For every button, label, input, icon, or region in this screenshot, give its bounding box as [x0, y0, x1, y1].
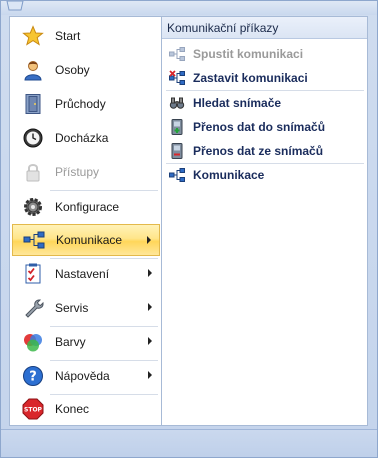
menu-item-label: Nápověda — [55, 369, 110, 383]
menu-item-nastaveni[interactable]: Nastavení — [12, 258, 160, 290]
menu-item-label: Nastavení — [55, 267, 110, 281]
colors-icon — [20, 329, 46, 355]
person-icon — [20, 57, 46, 83]
submenu-item-hledat-snimace[interactable]: Hledat snímače — [166, 93, 364, 113]
network-start-icon — [169, 46, 185, 62]
clock-icon — [20, 125, 46, 151]
menu-item-label: Start — [55, 29, 81, 43]
menu-item-start[interactable]: Start — [12, 20, 160, 52]
submenu-item-label: Přenos dat do snímačů — [193, 120, 326, 134]
lock-icon — [20, 159, 46, 185]
checklist-icon — [20, 261, 46, 287]
menu-item-pristupy[interactable]: Přístupy — [12, 156, 160, 188]
submenu-title: Komunikační příkazy — [162, 17, 367, 39]
submenu-item-label: Hledat snímače — [193, 96, 282, 110]
menu-item-label: Barvy — [55, 335, 86, 349]
submenu-item-zastavit-komunikaci[interactable]: Zastavit komunikaci — [166, 68, 364, 88]
submenu-arrow-icon — [148, 371, 152, 379]
menu-item-label: Přístupy — [55, 165, 100, 179]
download-reader-icon — [169, 143, 185, 159]
svg-text:?: ? — [29, 370, 37, 385]
menu-item-label: Servis — [55, 301, 89, 315]
submenu-item-komunikace[interactable]: Komunikace — [166, 165, 364, 185]
menu-item-label: Konec — [55, 402, 90, 416]
submenu-item-label: Komunikace — [193, 168, 265, 182]
submenu-panel: Komunikační příkazy Spustit komunikaci Z… — [161, 16, 368, 426]
menu-item-napoveda[interactable]: ? Nápověda — [12, 360, 160, 392]
network-icon — [169, 167, 185, 183]
svg-text:STOP: STOP — [24, 407, 43, 414]
submenu-arrow-icon — [147, 236, 151, 244]
menu-item-pruchody[interactable]: Průchody — [12, 88, 160, 120]
main-menu: Start Osoby Průchody Docházka Přístupy K… — [9, 16, 162, 426]
menu-item-label: Docházka — [55, 131, 109, 145]
app-menu-button-icon[interactable] — [5, 0, 25, 12]
menu-window: Start Osoby Průchody Docházka Přístupy K… — [0, 0, 378, 458]
door-icon — [20, 91, 46, 117]
network-stop-icon — [169, 70, 185, 86]
submenu-separator — [166, 163, 364, 164]
window-bottom-strip — [1, 429, 377, 457]
menu-item-osoby[interactable]: Osoby — [12, 54, 160, 86]
stop-icon: STOP — [20, 396, 46, 422]
submenu-arrow-icon — [148, 269, 152, 277]
menu-item-label: Konfigurace — [55, 200, 120, 214]
star-icon — [20, 23, 46, 49]
submenu-arrow-icon — [148, 303, 152, 311]
binoculars-icon — [169, 95, 185, 111]
submenu-item-label: Zastavit komunikaci — [193, 71, 308, 85]
submenu-item-label: Spustit komunikaci — [193, 47, 304, 61]
submenu-separator — [166, 90, 364, 91]
upload-reader-icon — [169, 119, 185, 135]
network-icon — [21, 227, 47, 253]
submenu-item-prenos-do-snimacu[interactable]: Přenos dat do snímačů — [166, 117, 364, 137]
menu-item-komunikace[interactable]: Komunikace — [12, 224, 160, 256]
menu-item-barvy[interactable]: Barvy — [12, 326, 160, 358]
menu-item-dochazka[interactable]: Docházka — [12, 122, 160, 154]
menu-item-label: Komunikace — [56, 233, 123, 247]
menu-item-label: Osoby — [55, 63, 90, 77]
menu-item-label: Průchody — [55, 97, 106, 111]
menu-item-konfigurace[interactable]: Konfigurace — [12, 191, 160, 223]
submenu-item-spustit-komunikaci[interactable]: Spustit komunikaci — [166, 44, 364, 64]
menu-item-konec[interactable]: STOP Konec — [12, 393, 160, 425]
submenu-arrow-icon — [148, 337, 152, 345]
submenu-item-label: Přenos dat ze snímačů — [193, 144, 324, 158]
gear-icon — [20, 194, 46, 220]
submenu-item-prenos-ze-snimacu[interactable]: Přenos dat ze snímačů — [166, 141, 364, 161]
window-top-strip — [1, 1, 377, 15]
menu-item-servis[interactable]: Servis — [12, 292, 160, 324]
wrench-icon — [20, 295, 46, 321]
help-icon: ? — [20, 363, 46, 389]
